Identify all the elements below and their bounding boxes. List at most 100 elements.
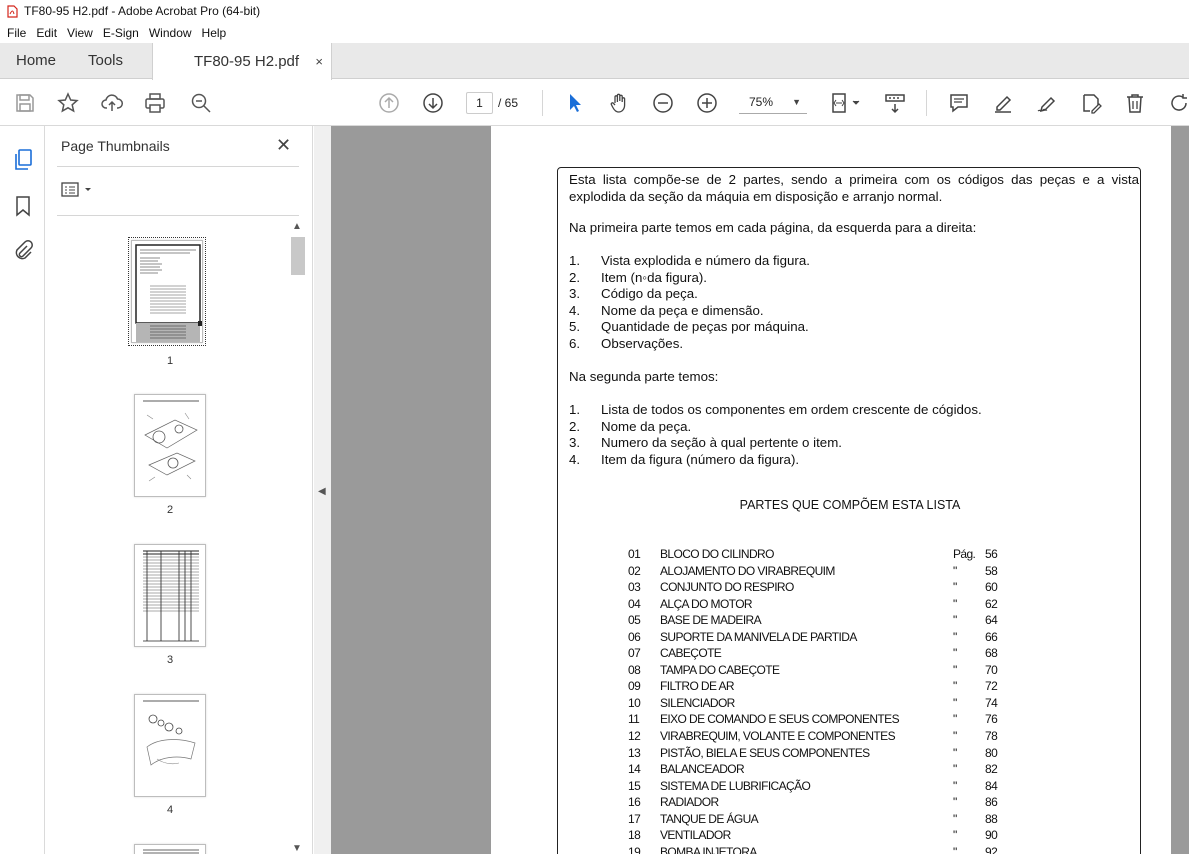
- menu-help[interactable]: Help: [197, 26, 232, 40]
- parts-row: 06 SUPORTE DA MANIVELA DE PARTIDA " 66: [628, 630, 1005, 647]
- attachment-icon[interactable]: [11, 238, 35, 262]
- tab-home[interactable]: Home: [0, 43, 72, 78]
- menu-esign[interactable]: E-Sign: [98, 26, 144, 40]
- menu-window[interactable]: Window: [144, 26, 197, 40]
- upload-cloud-icon[interactable]: [99, 90, 125, 116]
- tab-tools[interactable]: Tools: [72, 43, 152, 78]
- bookmark-star-icon[interactable]: [55, 90, 81, 116]
- menu-bar: File Edit View E-Sign Window Help: [0, 22, 1189, 43]
- zoom-out-icon[interactable]: [650, 90, 676, 116]
- part-page-number: 76: [985, 712, 998, 727]
- toolbar: 1 / 65 75% ▼: [0, 80, 1189, 126]
- tab-close-icon[interactable]: ×: [315, 54, 323, 69]
- print-icon[interactable]: [142, 90, 168, 116]
- part-code: 02: [628, 563, 641, 578]
- zoom-in-icon[interactable]: [694, 90, 720, 116]
- parts-row: 09 FILTRO DE AR " 72: [628, 679, 1005, 696]
- part-code: 17: [628, 811, 641, 826]
- part-page-number: 90: [985, 828, 998, 843]
- page-fit-icon[interactable]: [828, 90, 864, 116]
- hand-tool-icon[interactable]: [606, 90, 632, 116]
- window-title: TF80-95 H2.pdf - Adobe Acrobat Pro (64-b…: [24, 4, 261, 18]
- save-icon[interactable]: [12, 90, 38, 116]
- part-name: CONJUNTO DO RESPIRO: [660, 580, 794, 595]
- thumbnail-page-number: 4: [166, 804, 174, 816]
- bookmark-icon[interactable]: [11, 194, 35, 218]
- next-page-icon[interactable]: [420, 90, 446, 116]
- parts-row: 07 CABEÇOTE " 68: [628, 646, 1005, 663]
- parts-row: 02 ALOJAMENTO DO VIRABREQUIM " 58: [628, 564, 1005, 581]
- edit-pdf-icon[interactable]: [1078, 90, 1104, 116]
- rotate-icon[interactable]: [1166, 90, 1189, 116]
- close-icon[interactable]: ✕: [276, 135, 291, 156]
- part-page-number: 58: [985, 563, 998, 578]
- second-part-list: 1. Lista de todos os componentes em ordem…: [569, 402, 982, 468]
- menu-file[interactable]: File: [2, 26, 31, 40]
- list-item: 2. Item (n◦da figura).: [569, 270, 810, 287]
- list-item-text: Quantidade de peças por máquina.: [601, 319, 809, 335]
- scroll-down-icon[interactable]: ▼: [292, 843, 302, 854]
- page-thumbnail[interactable]: [128, 237, 206, 346]
- part-page-label: ": [953, 629, 957, 644]
- part-page-label: ": [953, 662, 957, 677]
- parts-row: 16 RADIADOR " 86: [628, 795, 1005, 812]
- part-code: 10: [628, 695, 641, 710]
- part-page-number: 78: [985, 729, 998, 744]
- part-page-number: 74: [985, 695, 998, 710]
- page-number-input[interactable]: 1: [466, 92, 493, 114]
- page-thumbnail[interactable]: [134, 394, 206, 497]
- tab-document[interactable]: TF80-95 H2.pdf ×: [152, 43, 332, 80]
- scroll-mode-icon[interactable]: [882, 90, 908, 116]
- toolbar-divider: [926, 90, 927, 116]
- scroll-up-icon[interactable]: ▲: [292, 221, 302, 232]
- part-name: TANQUE DE ÁGUA: [660, 811, 759, 826]
- parts-row: 10 SILENCIADOR " 74: [628, 696, 1005, 713]
- list-item: 3. Código da peça.: [569, 286, 810, 303]
- thumbnail-options-button[interactable]: [61, 180, 97, 200]
- document-view[interactable]: Esta lista compõe-se de 2 partes, sendo …: [331, 126, 1189, 854]
- comment-icon[interactable]: [946, 90, 972, 116]
- parts-row: 14 BALANCEADOR " 82: [628, 762, 1005, 779]
- previous-page-icon[interactable]: [376, 90, 402, 116]
- highlight-pen-icon[interactable]: [990, 90, 1016, 116]
- page-thumbnails-icon[interactable]: [11, 148, 35, 172]
- thumbnail-page-number: 2: [166, 504, 174, 516]
- menu-view[interactable]: View: [62, 26, 98, 40]
- list-item-number: 1.: [569, 253, 581, 268]
- panel-collapse-handle[interactable]: ◀: [314, 126, 331, 854]
- thumbnail-scrollbar[interactable]: ▲ ▼: [290, 221, 305, 854]
- tab-bar: Home Tools TF80-95 H2.pdf ×: [0, 43, 1189, 80]
- part-code: 16: [628, 795, 641, 810]
- parts-row: 15 SISTEMA DE LUBRIFICAÇÃO " 84: [628, 779, 1005, 796]
- part-page-number: 92: [985, 844, 998, 854]
- part-page-label: ": [953, 762, 957, 777]
- zoom-search-icon[interactable]: [188, 90, 214, 116]
- part-name: SILENCIADOR: [660, 695, 735, 710]
- intro-paragraph: Esta lista compõe-se de 2 partes, sendo …: [569, 172, 1139, 204]
- list-item-text: Lista de todos os componentes em ordem c…: [601, 402, 982, 417]
- pdf-page: Esta lista compõe-se de 2 partes, sendo …: [491, 126, 1171, 854]
- chevron-down-icon: ▼: [792, 97, 801, 107]
- select-cursor-icon[interactable]: [562, 90, 588, 116]
- parts-row: 03 CONJUNTO DO RESPIRO " 60: [628, 580, 1005, 597]
- part-page-number: 88: [985, 811, 998, 826]
- page-thumbnail[interactable]: [134, 694, 206, 797]
- page-4-preview: [143, 700, 199, 766]
- part-name: BALANCEADOR: [660, 762, 745, 777]
- parts-row: 18 VENTILADOR " 90: [628, 828, 1005, 845]
- delete-trash-icon[interactable]: [1122, 90, 1148, 116]
- sign-pen-icon[interactable]: [1034, 90, 1060, 116]
- part-code: 06: [628, 629, 641, 644]
- part-page-label: ": [953, 811, 957, 826]
- acrobat-pdf-icon: [6, 4, 18, 18]
- parts-row: 17 TANQUE DE ÁGUA " 88: [628, 812, 1005, 829]
- scrollbar-thumb[interactable]: [291, 237, 305, 275]
- menu-edit[interactable]: Edit: [31, 26, 62, 40]
- zoom-level-value: 75%: [749, 95, 774, 109]
- part-code: 15: [628, 778, 641, 793]
- zoom-level-select[interactable]: 75% ▼: [739, 92, 807, 114]
- part-code: 03: [628, 580, 641, 595]
- part-code: 12: [628, 729, 641, 744]
- page-thumbnail[interactable]: [134, 544, 206, 647]
- page-thumbnail[interactable]: [134, 844, 206, 854]
